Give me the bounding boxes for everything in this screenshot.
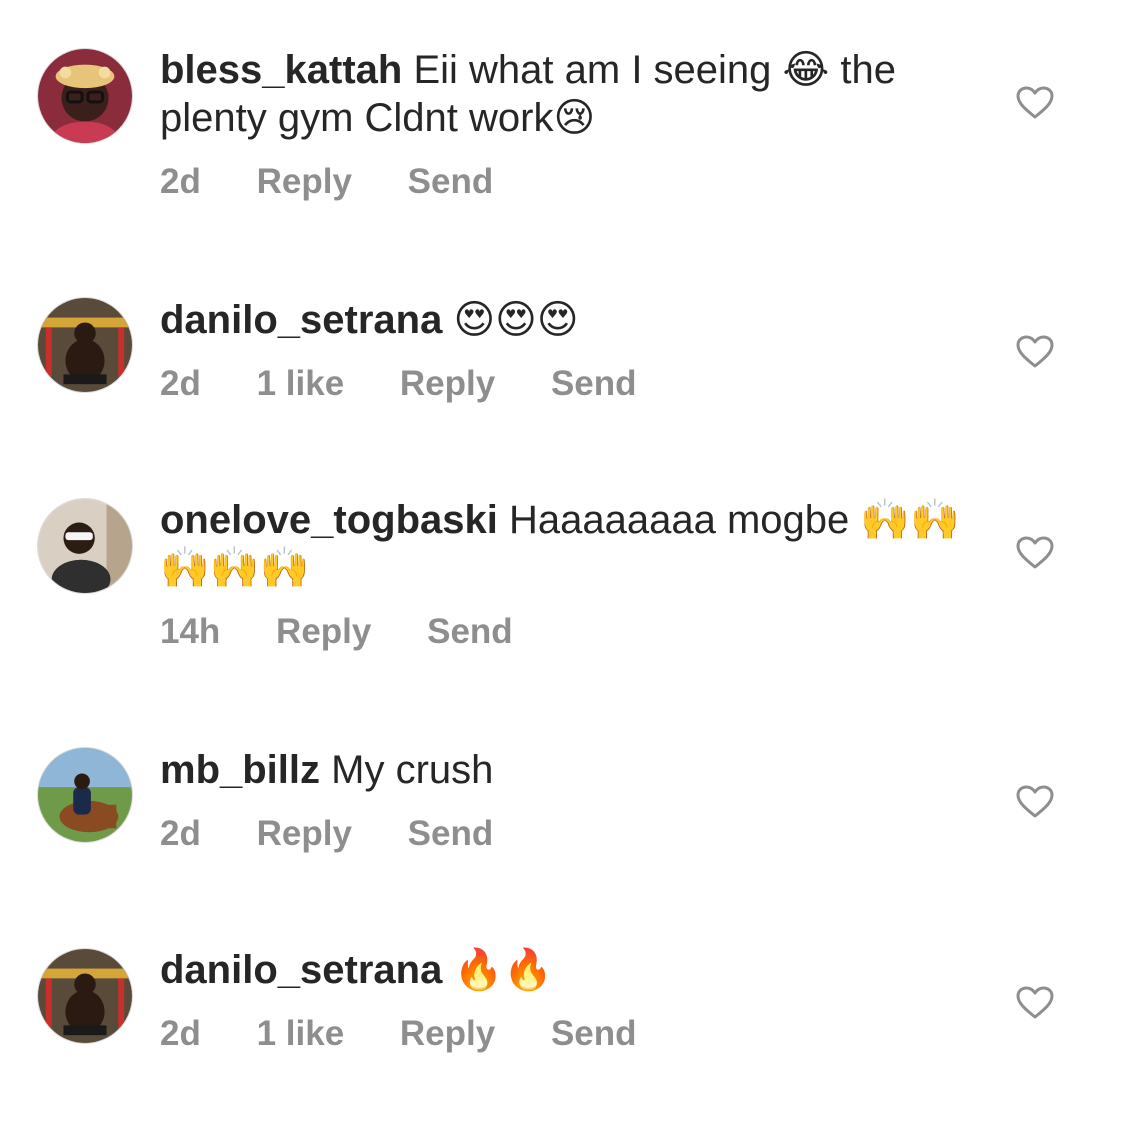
comment-message: 🔥🔥 bbox=[453, 948, 554, 992]
like-button[interactable] bbox=[1016, 536, 1054, 570]
comment-meta: 2d 1 like Reply Send bbox=[160, 1014, 980, 1054]
comment-meta: 14h Reply Send bbox=[160, 612, 980, 652]
comment-time: 2d bbox=[160, 162, 201, 201]
comment-username[interactable]: mb_billz bbox=[160, 748, 320, 792]
heart-outline-icon bbox=[1016, 335, 1054, 368]
comment-time: 14h bbox=[160, 612, 221, 651]
user-avatar-icon bbox=[38, 49, 132, 143]
comment-message: My crush bbox=[331, 748, 494, 792]
comment-text: mb_billz My crush bbox=[160, 746, 980, 794]
comment-message: 😍😍😍 bbox=[453, 298, 579, 342]
send-button[interactable]: Send bbox=[551, 364, 637, 404]
comment-time: 2d bbox=[160, 1014, 201, 1053]
reply-button[interactable]: Reply bbox=[257, 162, 352, 202]
reply-button[interactable]: Reply bbox=[276, 612, 371, 652]
comment-username[interactable]: bless_kattah bbox=[160, 48, 402, 92]
user-avatar-icon bbox=[38, 949, 132, 1043]
reply-button[interactable]: Reply bbox=[400, 364, 495, 404]
avatar[interactable] bbox=[37, 948, 133, 1044]
comment-meta: 2d 1 like Reply Send bbox=[160, 364, 980, 404]
avatar[interactable] bbox=[37, 498, 133, 594]
comment-username[interactable]: danilo_setrana bbox=[160, 948, 442, 992]
comment-username[interactable]: onelove_togbaski bbox=[160, 498, 498, 542]
comment-meta: 2d Reply Send bbox=[160, 814, 980, 854]
heart-outline-icon bbox=[1016, 86, 1054, 119]
comment-text: onelove_togbaski Haaaaaaaa mogbe 🙌🙌🙌🙌🙌 bbox=[160, 496, 980, 592]
send-button[interactable]: Send bbox=[427, 612, 513, 652]
like-button[interactable] bbox=[1016, 86, 1054, 120]
user-avatar-icon bbox=[38, 298, 132, 392]
comment-text: danilo_setrana 😍😍😍 bbox=[160, 296, 980, 344]
like-button[interactable] bbox=[1016, 785, 1054, 819]
heart-outline-icon bbox=[1016, 986, 1054, 1019]
avatar[interactable] bbox=[37, 48, 133, 144]
like-button[interactable] bbox=[1016, 335, 1054, 369]
comment-meta: 2d Reply Send bbox=[160, 162, 980, 202]
avatar[interactable] bbox=[37, 747, 133, 843]
send-button[interactable]: Send bbox=[408, 162, 494, 202]
comment-time: 2d bbox=[160, 364, 201, 403]
comment-time: 2d bbox=[160, 814, 201, 853]
reply-button[interactable]: Reply bbox=[400, 1014, 495, 1054]
comment-username[interactable]: danilo_setrana bbox=[160, 298, 442, 342]
send-button[interactable]: Send bbox=[408, 814, 494, 854]
reply-button[interactable]: Reply bbox=[257, 814, 352, 854]
user-avatar-icon bbox=[38, 748, 132, 842]
like-button[interactable] bbox=[1016, 986, 1054, 1020]
send-button[interactable]: Send bbox=[551, 1014, 637, 1054]
comment-like-count[interactable]: 1 like bbox=[257, 364, 345, 404]
heart-outline-icon bbox=[1016, 785, 1054, 818]
user-avatar-icon bbox=[38, 499, 132, 593]
comment-text: bless_kattah Eii what am I seeing 😂 the … bbox=[160, 46, 980, 142]
comment-text: danilo_setrana 🔥🔥 bbox=[160, 946, 980, 994]
comment-like-count[interactable]: 1 like bbox=[257, 1014, 345, 1054]
heart-outline-icon bbox=[1016, 536, 1054, 569]
avatar[interactable] bbox=[37, 297, 133, 393]
